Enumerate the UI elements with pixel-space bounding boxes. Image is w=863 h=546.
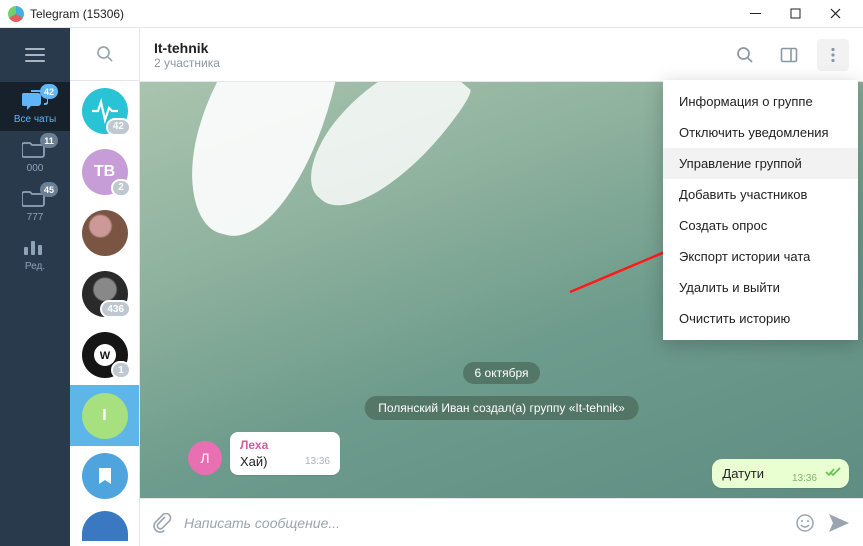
menu-clear-history[interactable]: Очистить историю xyxy=(663,303,858,334)
rail-item-folder-777[interactable]: 45 777 xyxy=(0,180,70,229)
chatlist-search-button[interactable] xyxy=(70,28,139,81)
rail-label: 000 xyxy=(27,163,44,174)
system-message: Полянский Иван создал(а) группу «It-tehn… xyxy=(364,396,639,420)
chat-badge: 436 xyxy=(100,300,131,318)
avatar xyxy=(82,511,128,541)
attach-button[interactable] xyxy=(152,513,172,533)
panel-icon xyxy=(780,46,798,64)
menu-export-history[interactable]: Экспорт истории чата xyxy=(663,241,858,272)
folder-rail: 42 Все чаты 11 000 45 777 Ред. xyxy=(0,28,70,546)
message-incoming: Л Леха Хай) 13:36 xyxy=(188,432,340,475)
chat-item[interactable] xyxy=(70,203,139,264)
maximize-button[interactable] xyxy=(775,0,815,28)
rail-badge: 11 xyxy=(40,133,58,148)
more-menu-button[interactable] xyxy=(817,39,849,71)
window-title: Telegram (15306) xyxy=(30,7,124,21)
avatar: I xyxy=(82,393,128,439)
chat-panel: It-tehnik 2 участника 6 октября Полянски… xyxy=(140,28,863,546)
message-time: 13:36 xyxy=(305,456,330,467)
rail-item-folder-000[interactable]: 11 000 xyxy=(0,131,70,180)
rail-item-edit[interactable]: Ред. xyxy=(0,229,70,278)
composer xyxy=(140,498,863,546)
rail-label: Ред. xyxy=(25,261,45,272)
emoji-button[interactable] xyxy=(795,513,815,533)
message-sender: Леха xyxy=(240,438,330,452)
sidebar-toggle-button[interactable] xyxy=(773,39,805,71)
date-separator: 6 октября xyxy=(463,362,541,384)
paperclip-icon xyxy=(152,513,172,533)
chat-subtitle: 2 участника xyxy=(154,56,220,70)
chat-badge: 2 xyxy=(111,179,131,197)
rail-badge: 45 xyxy=(40,182,58,197)
chat-item-active[interactable]: I xyxy=(70,385,139,446)
message-input[interactable] xyxy=(184,515,783,531)
more-vertical-icon xyxy=(824,46,842,64)
menu-delete-leave[interactable]: Удалить и выйти xyxy=(663,272,858,303)
send-button[interactable] xyxy=(827,512,851,534)
header-search-button[interactable] xyxy=(729,39,761,71)
more-menu-dropdown: Информация о группе Отключить уведомлени… xyxy=(663,80,858,340)
smile-icon xyxy=(795,513,815,533)
menu-mute[interactable]: Отключить уведомления xyxy=(663,117,858,148)
chat-item[interactable] xyxy=(70,446,139,507)
menu-create-poll[interactable]: Создать опрос xyxy=(663,210,858,241)
hamburger-icon xyxy=(25,48,45,62)
message-text: Хай) xyxy=(240,454,268,469)
rail-badge: 42 xyxy=(40,84,58,99)
chat-list: 42 ТВ 2 436 W 1 I xyxy=(70,28,140,546)
message-avatar[interactable]: Л xyxy=(188,441,222,475)
chat-item[interactable]: 436 xyxy=(70,263,139,324)
minimize-button[interactable] xyxy=(735,0,775,28)
chat-item[interactable]: W 1 xyxy=(70,324,139,385)
message-text: Датути xyxy=(722,466,764,481)
menu-group-info[interactable]: Информация о группе xyxy=(663,86,858,117)
menu-manage-group[interactable]: Управление группой xyxy=(663,148,858,179)
message-bubble[interactable]: Датути 13:36 xyxy=(712,459,849,488)
svg-text:W: W xyxy=(99,350,110,362)
send-icon xyxy=(827,512,851,534)
app-logo xyxy=(8,6,24,22)
avatar xyxy=(82,210,128,256)
chat-title[interactable]: It-tehnik xyxy=(154,40,220,56)
equalizer-icon xyxy=(22,237,48,259)
menu-add-members[interactable]: Добавить участников xyxy=(663,179,858,210)
chat-badge: 42 xyxy=(106,118,131,136)
rail-label: 777 xyxy=(27,212,44,223)
message-outgoing: Датути 13:36 xyxy=(712,459,849,488)
chat-header: It-tehnik 2 участника xyxy=(140,28,863,82)
close-button[interactable] xyxy=(815,0,855,28)
chat-item[interactable]: ТВ 2 xyxy=(70,142,139,203)
rail-item-all-chats[interactable]: 42 Все чаты xyxy=(0,82,70,131)
rail-label: Все чаты xyxy=(14,114,56,125)
message-time: 13:36 xyxy=(792,473,817,484)
chat-badge: 1 xyxy=(111,361,131,379)
chat-item[interactable] xyxy=(70,507,139,546)
search-icon xyxy=(736,46,754,64)
bookmark-icon xyxy=(94,465,116,487)
search-icon xyxy=(96,45,114,63)
avatar xyxy=(82,453,128,499)
hamburger-button[interactable] xyxy=(0,28,70,82)
read-ticks-icon xyxy=(825,465,841,483)
titlebar: Telegram (15306) xyxy=(0,0,863,28)
message-bubble[interactable]: Леха Хай) 13:36 xyxy=(230,432,340,475)
chat-item[interactable]: 42 xyxy=(70,81,139,142)
